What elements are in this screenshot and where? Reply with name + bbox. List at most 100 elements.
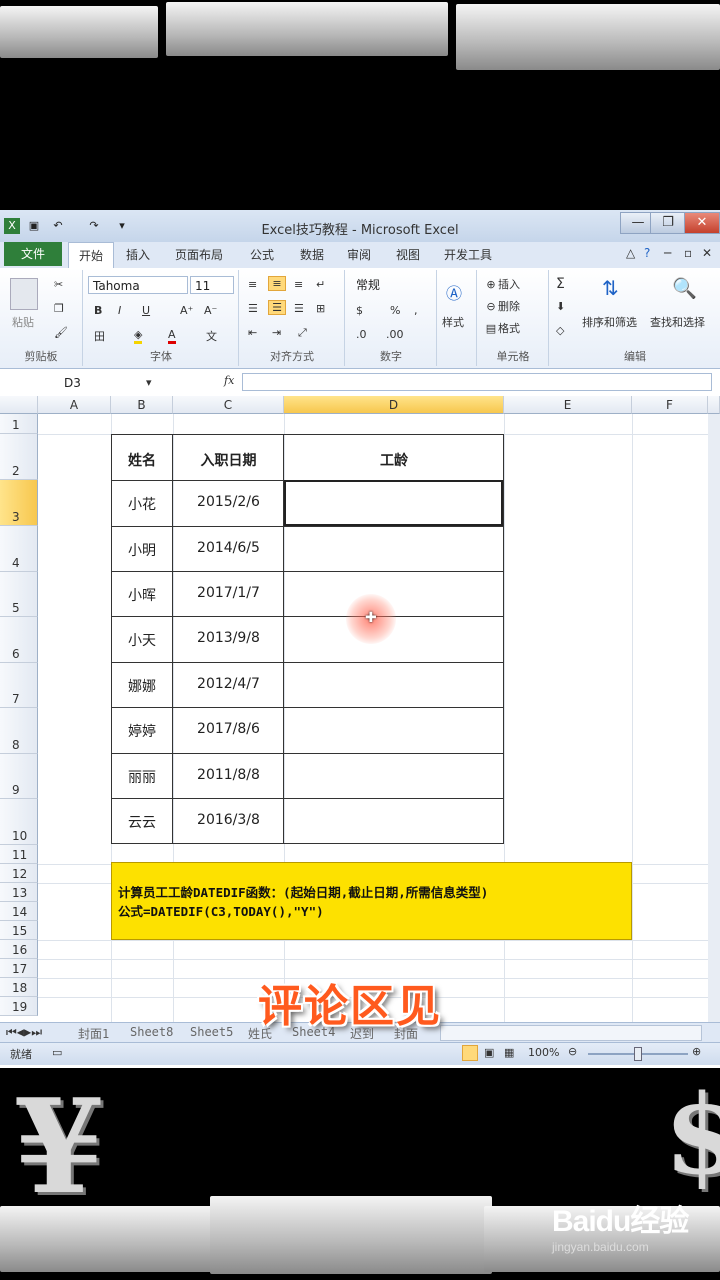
row-header[interactable]: 13 — [0, 883, 38, 902]
column-header[interactable]: F — [632, 396, 708, 414]
font-color-icon[interactable]: A — [168, 328, 176, 344]
name-cell[interactable]: 娜娜 — [111, 676, 173, 696]
row-header[interactable]: 7 — [0, 663, 38, 708]
help-icon[interactable]: ? — [644, 246, 650, 260]
macro-record-icon[interactable]: ▭ — [52, 1046, 62, 1059]
sheet-tab[interactable]: 封面1 — [78, 1025, 109, 1042]
row-header[interactable]: 10 — [0, 799, 38, 845]
sheet-tab[interactable]: Sheet8 — [130, 1025, 173, 1039]
tab-file[interactable]: 文件 — [4, 242, 62, 266]
tab-home[interactable]: 开始 — [68, 242, 115, 269]
copy-icon[interactable]: ❐ — [54, 302, 64, 315]
name-cell[interactable]: 小明 — [111, 540, 173, 560]
tab-view[interactable]: 视图 — [396, 246, 420, 263]
align-top-icon[interactable]: ≡ — [248, 278, 257, 291]
sheet-nav-arrows-icon[interactable]: ⏮◀▶⏭ — [6, 1025, 42, 1040]
wrap-text-icon[interactable]: ↵ — [316, 278, 325, 291]
row-header[interactable]: 18 — [0, 978, 38, 997]
name-cell[interactable]: 小花 — [111, 494, 173, 514]
fill-icon[interactable]: ⬇ — [556, 300, 565, 313]
font-size-select[interactable]: 11 — [190, 276, 234, 294]
column-header[interactable]: E — [504, 396, 632, 414]
column-header[interactable]: A — [38, 396, 111, 414]
sort-filter-button[interactable]: 排序和筛选 — [582, 314, 637, 330]
align-middle-icon[interactable]: ≡ — [268, 276, 286, 291]
decrease-font-icon[interactable]: A⁻ — [204, 304, 217, 317]
page-break-view-icon[interactable]: ▦ — [504, 1046, 514, 1059]
row-header[interactable]: 8 — [0, 708, 38, 754]
styles-button[interactable]: 样式 — [442, 314, 464, 330]
decrease-decimal-icon[interactable]: .00 — [386, 328, 404, 341]
phonetic-icon[interactable]: 文 — [206, 328, 217, 344]
row-header[interactable]: 6 — [0, 617, 38, 663]
align-center-icon[interactable]: ☰ — [268, 300, 286, 315]
header-name[interactable]: 姓名 — [111, 450, 173, 470]
paste-button[interactable]: 粘贴 — [12, 314, 34, 330]
tab-data[interactable]: 数据 — [300, 246, 324, 263]
header-seniority[interactable]: 工龄 — [284, 450, 504, 470]
tab-page-layout[interactable]: 页面布局 — [175, 246, 223, 263]
bold-button[interactable]: B — [94, 304, 102, 317]
zoom-level[interactable]: 100% — [528, 1046, 559, 1059]
styles-icon[interactable]: Ⓐ — [446, 280, 462, 304]
zoom-in-icon[interactable]: ⊕ — [692, 1045, 701, 1058]
name-cell[interactable]: 小晖 — [111, 585, 173, 605]
delete-cells-button[interactable]: ⊖ 删除 — [484, 298, 520, 314]
tab-insert[interactable]: 插入 — [126, 246, 150, 263]
name-box[interactable]: D3 — [4, 374, 154, 392]
date-cell[interactable]: 2014/6/5 — [173, 540, 284, 556]
horizontal-scrollbar[interactable] — [440, 1025, 702, 1041]
clear-icon[interactable]: ◇ — [556, 324, 564, 337]
border-icon[interactable]: 田 — [94, 328, 105, 344]
header-hire-date[interactable]: 入职日期 — [173, 450, 284, 470]
date-cell[interactable]: 2011/8/8 — [173, 767, 284, 783]
row-header[interactable]: 4 — [0, 526, 38, 572]
find-select-icon[interactable]: 🔍 — [672, 276, 697, 300]
window-minimize-icon[interactable]: ─ — [664, 246, 671, 260]
name-cell[interactable]: 小天 — [111, 630, 173, 650]
zoom-out-icon[interactable]: ⊖ — [568, 1045, 577, 1058]
tab-formulas[interactable]: 公式 — [250, 246, 274, 263]
find-select-button[interactable]: 查找和选择 — [650, 314, 705, 330]
comma-icon[interactable]: , — [414, 304, 418, 317]
row-header[interactable]: 1 — [0, 414, 38, 434]
tab-developer[interactable]: 开发工具 — [444, 246, 492, 263]
page-layout-view-icon[interactable]: ▣ — [484, 1046, 494, 1059]
row-header[interactable]: 5 — [0, 572, 38, 617]
row-header[interactable]: 14 — [0, 902, 38, 921]
row-header[interactable]: 2 — [0, 434, 38, 480]
name-cell[interactable]: 婷婷 — [111, 721, 173, 741]
row-header[interactable]: 16 — [0, 940, 38, 959]
window-restore-icon[interactable]: ▫ — [684, 246, 692, 260]
row-header[interactable]: 11 — [0, 845, 38, 864]
name-cell[interactable]: 丽丽 — [111, 767, 173, 787]
insert-cells-button[interactable]: ⊕ 插入 — [484, 276, 520, 292]
format-cells-button[interactable]: ▤ 格式 — [484, 320, 520, 336]
italic-button[interactable]: I — [118, 304, 121, 317]
restore-button[interactable]: ❐ — [650, 212, 686, 234]
align-bottom-icon[interactable]: ≡ — [294, 278, 303, 291]
date-cell[interactable]: 2013/9/8 — [173, 630, 284, 646]
row-header[interactable]: 17 — [0, 959, 38, 978]
active-cell-d3[interactable] — [284, 480, 503, 526]
vertical-scrollbar-track[interactable] — [708, 414, 720, 1022]
name-box-dropdown-icon[interactable]: ▾ — [146, 376, 152, 389]
sheet-tab[interactable]: Sheet5 — [190, 1025, 233, 1039]
formula-input[interactable] — [242, 373, 712, 391]
font-name-select[interactable]: Tahoma — [88, 276, 188, 294]
paste-icon[interactable] — [10, 278, 38, 310]
increase-indent-icon[interactable]: ⇥ — [272, 326, 281, 339]
column-header[interactable]: B — [111, 396, 173, 414]
zoom-slider-thumb[interactable] — [634, 1047, 642, 1061]
number-format-select[interactable]: 常规 — [352, 276, 432, 294]
underline-button[interactable]: U — [142, 304, 150, 317]
vertical-scrollbar[interactable] — [708, 396, 720, 414]
ribbon-minimize-icon[interactable]: △ — [626, 246, 635, 260]
date-cell[interactable]: 2015/2/6 — [173, 494, 284, 510]
select-all-corner[interactable] — [0, 396, 38, 414]
date-cell[interactable]: 2016/3/8 — [173, 812, 284, 828]
merge-center-icon[interactable]: ⊞ — [316, 302, 325, 315]
align-right-icon[interactable]: ☰ — [294, 302, 304, 315]
currency-icon[interactable]: $ — [356, 304, 363, 317]
name-cell[interactable]: 云云 — [111, 812, 173, 832]
